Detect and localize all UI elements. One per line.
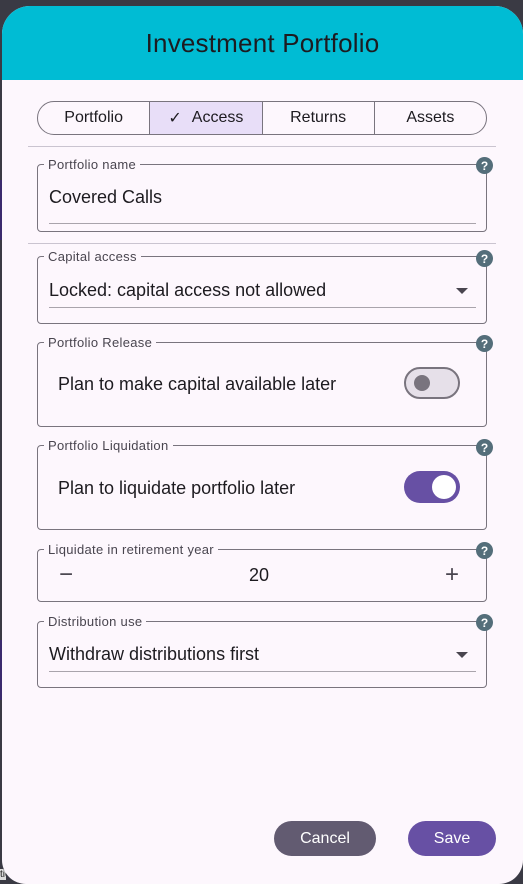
toggle-knob: [432, 475, 456, 499]
tab-label: Returns: [290, 109, 347, 126]
input-underline: [49, 307, 476, 308]
chevron-down-icon[interactable]: [456, 288, 468, 294]
increment-button[interactable]: +: [445, 563, 459, 587]
decrement-button[interactable]: −: [59, 563, 73, 587]
capital-access-value: Locked: capital access not allowed: [49, 280, 327, 300]
portfolio-name-input[interactable]: Covered Calls: [49, 187, 162, 208]
tab-portfolio[interactable]: Portfolio: [38, 102, 151, 134]
save-button[interactable]: Save: [408, 821, 496, 856]
divider: [28, 146, 496, 147]
tab-returns[interactable]: Returns: [263, 102, 375, 134]
investment-portfolio-dialog: Investment Portfolio Portfolio ✓ Access …: [2, 6, 523, 884]
help-icon[interactable]: ?: [476, 439, 493, 456]
portfolio-release-label: Portfolio Release: [48, 335, 153, 350]
cancel-button[interactable]: Cancel: [274, 821, 376, 856]
chevron-down-icon[interactable]: [456, 652, 468, 658]
portfolio-release-toggle[interactable]: [404, 367, 460, 399]
help-icon[interactable]: ?: [476, 335, 493, 352]
toggle-knob: [414, 375, 430, 391]
divider: [28, 243, 496, 244]
help-icon[interactable]: ?: [476, 614, 493, 631]
liquidate-year-value[interactable]: 20: [249, 565, 269, 586]
portfolio-liquidation-toggle[interactable]: [404, 471, 460, 503]
portfolio-release-text: Plan to make capital available later: [58, 374, 337, 394]
check-icon: ✓: [168, 110, 182, 127]
help-icon[interactable]: ?: [476, 542, 493, 559]
tab-label: Access: [191, 109, 244, 126]
help-icon[interactable]: ?: [476, 157, 493, 174]
portfolio-name-label: Portfolio name: [48, 157, 137, 172]
liquidate-year-label: Liquidate in retirement year: [48, 542, 214, 557]
portfolio-liquidation-text: Plan to liquidate portfolio later: [58, 478, 296, 498]
tab-assets[interactable]: Assets: [375, 102, 486, 134]
section-tabs: Portfolio ✓ Access Returns Assets: [37, 101, 487, 135]
tab-label: Portfolio: [64, 109, 123, 126]
input-underline: [49, 223, 476, 224]
dialog-header: Investment Portfolio: [2, 6, 523, 80]
input-underline: [49, 671, 476, 672]
tab-access[interactable]: ✓ Access: [150, 102, 263, 134]
tab-label: Assets: [406, 109, 455, 126]
distribution-use-label: Distribution use: [48, 614, 143, 629]
dialog-title: Investment Portfolio: [145, 27, 380, 58]
help-icon[interactable]: ?: [476, 250, 493, 267]
distribution-use-value: Withdraw distributions first: [49, 644, 260, 664]
capital-access-label: Capital access: [48, 249, 137, 264]
portfolio-liquidation-label: Portfolio Liquidation: [48, 438, 169, 453]
